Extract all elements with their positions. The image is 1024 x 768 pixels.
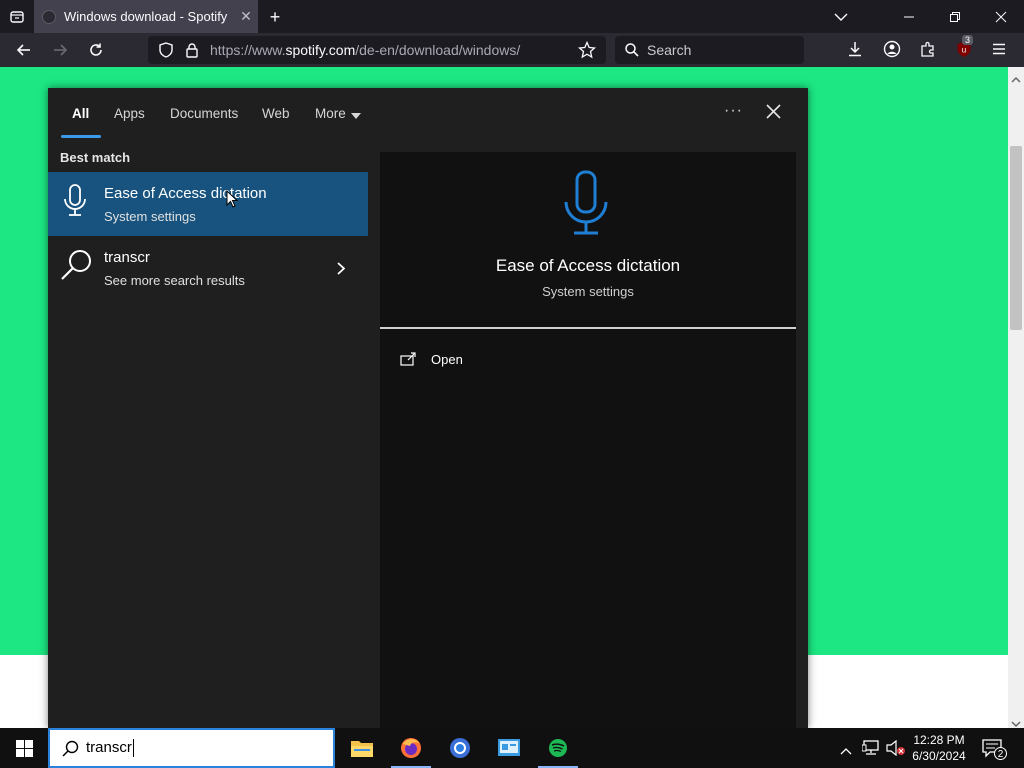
close-window-icon[interactable] [990,6,1012,28]
scroll-up-icon[interactable] [1011,71,1021,89]
minimize-window-icon[interactable] [898,6,920,28]
spotify-app-icon[interactable] [534,728,582,768]
address-bar[interactable]: https://www.spotify.com/de-en/download/w… [148,36,606,64]
result-subtitle: System settings [104,209,196,224]
result-see-more-search-results[interactable]: transcr See more search results [48,236,368,300]
result-subtitle: See more search results [104,273,245,288]
chrome-icon[interactable] [436,728,484,768]
taskbar-search-icon [62,740,79,762]
tab-list-icon[interactable] [6,6,28,28]
browser-tab-bar: Windows download - Spotify ✕ + [0,0,1024,33]
result-title: Ease of Access dictation [104,185,267,202]
ublock-origin-icon[interactable]: u 3 [955,35,975,60]
page-scroll-thumb[interactable] [1010,146,1022,330]
caret-down-icon [350,107,361,122]
forward-arrow-icon[interactable] [47,37,73,63]
tracking-protection-shield-icon[interactable] [152,42,180,58]
open-action[interactable]: Open [400,348,463,370]
detail-title: Ease of Access dictation [495,256,681,275]
result-ease-of-access-dictation[interactable]: Ease of Access dictation System settings [48,172,368,236]
search-icon [625,43,639,57]
clock-date: 6/30/2024 [912,749,966,763]
restore-window-icon[interactable] [944,6,966,28]
filter-tab-apps[interactable]: Apps [114,106,145,121]
close-tab-icon[interactable]: ✕ [234,8,258,25]
filter-more-label: More [315,106,346,121]
chevron-right-icon[interactable] [337,262,346,280]
result-title: transcr [104,249,150,266]
filter-tab-all[interactable]: All [72,106,89,121]
notification-count-badge: 2 [994,747,1007,760]
detail-subtitle: System settings [542,284,634,299]
active-tab-indicator [61,135,101,138]
show-hidden-icons-chevron-icon[interactable] [840,742,852,760]
windows-taskbar: transcr 12:28 PM 6/30/2024 2 [0,728,1024,768]
taskbar-search-query: transcr [86,738,134,758]
control-panel-icon[interactable] [485,728,533,768]
best-match-heading: Best match [60,150,131,165]
firefox-icon[interactable] [387,728,435,768]
list-all-tabs-chevron-icon[interactable] [830,8,852,26]
browser-tab-spotify[interactable]: Windows download - Spotify ✕ [34,0,258,33]
taskbar-search-input[interactable]: transcr [48,728,335,768]
detail-divider [380,327,796,329]
search-magnifier-icon [60,248,94,287]
open-external-icon [400,351,417,367]
network-icon[interactable] [861,740,880,761]
open-label: Open [431,351,463,367]
svg-text:u: u [962,46,966,55]
spotify-favicon-icon [42,9,56,24]
detail-microphone-icon [561,170,611,241]
more-options-ellipsis-icon[interactable]: ··· [724,102,743,120]
text-caret [132,739,134,758]
extensions-puzzle-icon[interactable] [919,40,939,60]
back-arrow-icon[interactable] [11,37,37,63]
filter-tab-web[interactable]: Web [262,106,290,121]
browser-search-box[interactable]: Search [615,36,804,64]
filter-tab-documents[interactable]: Documents [170,106,238,121]
bookmark-star-icon[interactable] [577,40,597,62]
windows-search-panel: All Apps Documents Web More ··· Best mat… [48,88,808,728]
tab-title: Windows download - Spotify [64,9,228,24]
mouse-cursor-icon [226,189,239,213]
close-search-icon[interactable] [766,104,781,124]
downloads-icon[interactable] [846,40,866,60]
account-icon[interactable] [883,40,903,60]
file-explorer-icon[interactable] [338,728,386,768]
clock-time: 12:28 PM [913,733,965,747]
microphone-icon [62,183,88,224]
new-tab-icon[interactable]: + [264,6,286,28]
browser-search-placeholder: Search [647,42,692,58]
search-filter-tabs: All Apps Documents Web More ··· [48,88,808,140]
filter-tab-more[interactable]: More [315,106,361,122]
hamburger-menu-icon[interactable] [991,41,1009,59]
action-center-notifications-icon[interactable]: 2 [982,739,1007,764]
reload-icon[interactable] [83,37,109,63]
padlock-icon[interactable] [180,42,204,58]
taskbar-clock[interactable]: 12:28 PM 6/30/2024 [904,732,974,764]
windows-start-icon[interactable] [0,728,48,768]
extension-badge-count: 3 [962,35,974,45]
volume-muted-icon[interactable] [886,739,906,761]
url-text: https://www.spotify.com/de-en/download/w… [210,42,521,58]
